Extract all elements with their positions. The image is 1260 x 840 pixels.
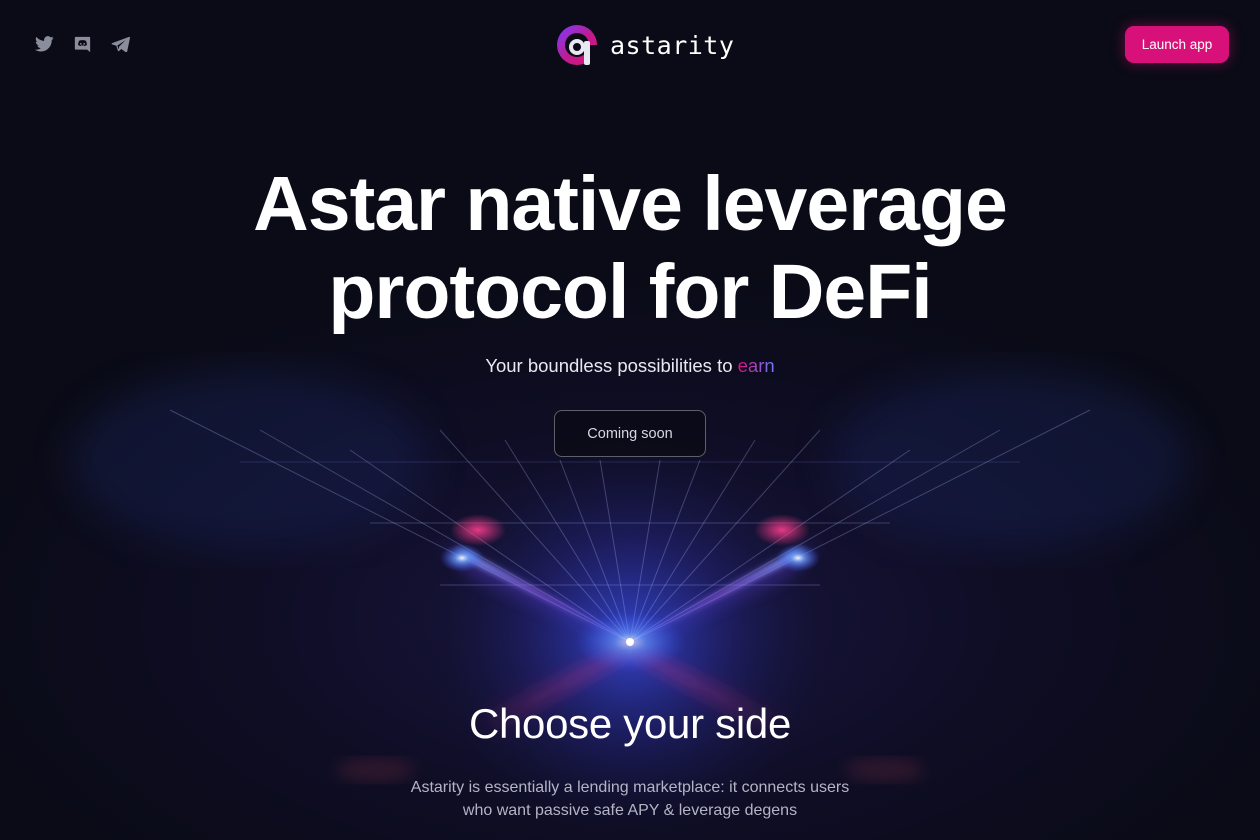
hero-subtitle-text: Your boundless possibilities to xyxy=(485,355,733,376)
hero-title-line-2: protocol for DeFi xyxy=(328,249,932,335)
twitter-link[interactable] xyxy=(34,34,54,54)
hero-title: Astar native leverage protocol for DeFi xyxy=(130,160,1130,336)
telegram-link[interactable] xyxy=(110,34,130,54)
discord-icon xyxy=(74,36,90,52)
hero-subtitle-highlight: earn xyxy=(737,355,775,376)
telegram-icon xyxy=(111,36,130,52)
section-title: Choose your side xyxy=(468,700,792,747)
logo-text: astarity xyxy=(610,30,735,60)
twitter-icon xyxy=(34,36,54,52)
coming-soon-button[interactable]: Coming soon xyxy=(554,410,706,457)
section-description-line-1: Astarity is essentially a lending market… xyxy=(410,779,850,796)
page: astarity Launch app Astar native leverag… xyxy=(0,0,1260,840)
launch-app-button[interactable]: Launch app xyxy=(1125,26,1229,63)
astarity-logo-icon xyxy=(557,25,597,67)
hero-title-line-1: Astar native leverage xyxy=(253,161,1008,247)
section-description-line-2: who want passive safe APY & leverage deg… xyxy=(462,802,798,819)
brand-logo[interactable]: astarity xyxy=(554,21,734,69)
social-links xyxy=(34,34,130,54)
section-description: Astarity is essentially a lending market… xyxy=(330,776,930,822)
hero-subtitle: Your boundless possibilities to earn xyxy=(330,355,930,377)
discord-link[interactable] xyxy=(72,34,92,54)
